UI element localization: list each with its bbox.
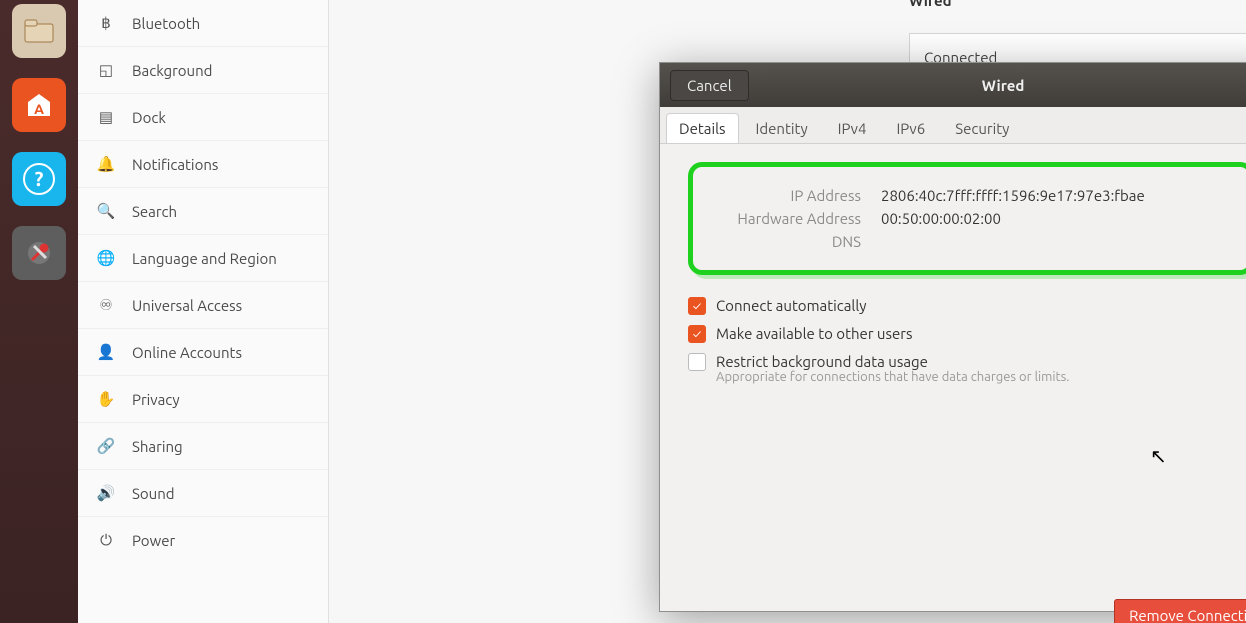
- online-accounts-icon: 👤: [96, 343, 116, 361]
- sharing-icon: 🔗: [96, 437, 116, 455]
- launcher: A ?: [0, 0, 78, 623]
- checkbox-group: ✓ Connect automatically ✓ Make available…: [688, 297, 1246, 384]
- settings-sidebar: ฿ Bluetooth ◱ Background ▤ Dock 🔔 Notificati…: [78, 0, 329, 623]
- available-other-users-checkbox[interactable]: ✓: [688, 325, 706, 343]
- remove-connection-profile-button[interactable]: Remove Connection Profile: [1114, 599, 1246, 623]
- sidebar-item-sharing[interactable]: 🔗 Sharing: [78, 422, 328, 469]
- cancel-button[interactable]: Cancel: [670, 70, 749, 101]
- privacy-icon: ✋: [96, 390, 116, 408]
- connect-automatically-label: Connect automatically: [716, 297, 867, 314]
- files-launcher-icon[interactable]: [12, 4, 66, 58]
- sidebar-item-bluetooth[interactable]: ฿ Bluetooth: [78, 0, 328, 46]
- bluetooth-icon: ฿: [96, 14, 116, 32]
- tab-identity[interactable]: Identity: [743, 113, 821, 143]
- sidebar-item-label: Notifications: [132, 156, 218, 173]
- restrict-background-data-sublabel: Appropriate for connections that have da…: [716, 370, 1069, 384]
- sidebar-item-region[interactable]: 🌐 Language and Region: [78, 234, 328, 281]
- sidebar-item-privacy[interactable]: ✋ Privacy: [78, 375, 328, 422]
- sidebar-item-label: Privacy: [132, 391, 180, 408]
- settings-launcher-icon[interactable]: [12, 226, 66, 280]
- ip-address-value: 2806:40c:7fff:ffff:1596:9e17:97e3:fbae: [881, 187, 1145, 204]
- sound-icon: 🔊: [96, 484, 116, 502]
- sidebar-item-label: Background: [132, 62, 212, 79]
- sidebar-item-label: Search: [132, 203, 177, 220]
- sidebar-item-background[interactable]: ◱ Background: [78, 46, 328, 93]
- tab-security[interactable]: Security: [942, 113, 1022, 143]
- sidebar-item-universal-access[interactable]: ♾ Universal Access: [78, 281, 328, 328]
- sidebar-item-search[interactable]: 🔍 Search: [78, 187, 328, 234]
- sidebar-item-label: Language and Region: [132, 250, 277, 267]
- notifications-icon: 🔔: [96, 155, 116, 173]
- dialog-tabs: Details Identity IPv4 IPv6 Security: [660, 107, 1246, 144]
- sidebar-item-power[interactable]: ⏻ Power: [78, 516, 328, 563]
- restrict-background-data-checkbox[interactable]: [688, 353, 706, 371]
- universal-access-icon: ♾: [96, 296, 116, 314]
- search-icon: 🔍: [96, 202, 116, 220]
- sidebar-item-sound[interactable]: 🔊 Sound: [78, 469, 328, 516]
- section-title: Wired: [909, 0, 952, 9]
- sidebar-item-label: Sound: [132, 485, 175, 502]
- hardware-address-label: Hardware Address: [711, 210, 861, 227]
- available-other-users-label: Make available to other users: [716, 325, 913, 342]
- cursor-icon: ↖: [1150, 444, 1167, 468]
- sidebar-item-label: Power: [132, 532, 175, 549]
- power-icon: ⏻: [96, 531, 116, 549]
- dialog-header: Cancel Wired Apply: [660, 63, 1246, 107]
- sidebar-item-notifications[interactable]: 🔔 Notifications: [78, 140, 328, 187]
- sidebar-item-label: Universal Access: [132, 297, 242, 314]
- ip-address-label: IP Address: [711, 187, 861, 204]
- sidebar-item-online-accounts[interactable]: 👤 Online Accounts: [78, 328, 328, 375]
- dns-label: DNS: [711, 233, 861, 250]
- background-icon: ◱: [96, 61, 116, 79]
- region-icon: 🌐: [96, 249, 116, 267]
- sidebar-item-label: Online Accounts: [132, 344, 242, 361]
- connect-automatically-checkbox[interactable]: ✓: [688, 297, 706, 315]
- hardware-address-value: 00:50:00:00:02:00: [881, 210, 1001, 227]
- tab-details[interactable]: Details: [666, 113, 739, 143]
- tab-ipv6[interactable]: IPv6: [883, 113, 938, 143]
- dialog-title: Wired: [749, 77, 1246, 94]
- dialog-body: IP Address 2806:40c:7fff:ffff:1596:9e17:…: [660, 144, 1246, 623]
- sidebar-item-label: Dock: [132, 109, 166, 126]
- svg-text:?: ?: [35, 167, 44, 190]
- restrict-background-data-label: Restrict background data usage: [716, 353, 1069, 370]
- sidebar-item-dock[interactable]: ▤ Dock: [78, 93, 328, 140]
- tab-ipv4[interactable]: IPv4: [825, 113, 880, 143]
- main-content: Wired Connected ON ⚙ + ⚙ Activar W Activ…: [329, 0, 1246, 623]
- svg-text:A: A: [34, 101, 44, 117]
- help-launcher-icon[interactable]: ?: [12, 152, 66, 206]
- wired-settings-dialog: Cancel Wired Apply Details Identity IPv4…: [659, 62, 1246, 612]
- tutorial-highlight-details-box: IP Address 2806:40c:7fff:ffff:1596:9e17:…: [688, 162, 1246, 275]
- dock-icon: ▤: [96, 108, 116, 126]
- sidebar-item-label: Bluetooth: [132, 15, 200, 32]
- software-launcher-icon[interactable]: A: [12, 78, 66, 132]
- sidebar-item-label: Sharing: [132, 438, 183, 455]
